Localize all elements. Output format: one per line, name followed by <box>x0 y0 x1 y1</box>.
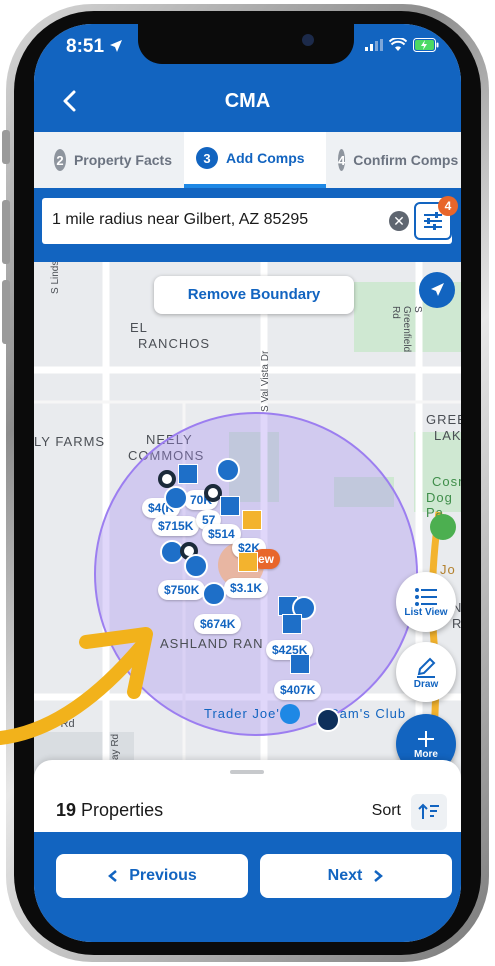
signal-icon <box>365 39 383 51</box>
next-label: Next <box>327 867 363 884</box>
status-time-text: 8:51 <box>66 36 105 57</box>
price-label[interactable]: $715K <box>152 516 200 536</box>
price-label[interactable]: $3.1K <box>224 578 269 598</box>
volume-down-button <box>2 280 10 344</box>
results-count-label: Properties <box>81 800 164 820</box>
silent-switch <box>2 130 10 164</box>
locate-me-button[interactable] <box>419 272 455 308</box>
draw-button[interactable]: Draw <box>396 642 456 702</box>
sort-icon <box>418 803 439 819</box>
map-label-el: EL <box>130 320 148 335</box>
battery-charging-icon <box>413 38 439 52</box>
notch <box>138 24 354 64</box>
comp-pin-circle[interactable] <box>316 708 340 732</box>
clear-search-button[interactable]: ✕ <box>389 211 409 231</box>
step-label: Property Facts <box>73 152 172 168</box>
list-view-label: List View <box>404 606 448 618</box>
wifi-icon <box>389 38 407 51</box>
list-view-button[interactable]: List View <box>396 572 456 632</box>
comp-pin-circle[interactable] <box>216 458 240 482</box>
park-tree-icon <box>430 514 456 540</box>
search-bar: 1 mile radius near Gilbert, AZ 85295 ✕ 4 <box>34 188 461 262</box>
previous-button[interactable]: Previous <box>56 854 248 898</box>
map-label-s-greenfield: S Greenfield Rd <box>390 306 423 353</box>
annotation-arrow-icon <box>0 627 153 745</box>
comp-pin-circle[interactable] <box>202 582 226 606</box>
navigation-arrow-icon <box>431 283 444 296</box>
next-button[interactable]: Next <box>260 854 452 898</box>
page-title: CMA <box>224 90 271 112</box>
step-number: 2 <box>54 149 66 171</box>
step-number: 3 <box>196 147 218 169</box>
map-label-ro: RO <box>452 616 461 631</box>
comp-pin-square[interactable] <box>178 464 198 484</box>
volume-up-button <box>2 200 10 264</box>
draw-label: Draw <box>413 678 439 690</box>
search-query: 1 mile radius near Gilbert, AZ 85295 <box>52 211 309 228</box>
shopping-place-icon <box>280 704 300 724</box>
location-arrow-icon <box>110 40 123 52</box>
tab-add-comps[interactable]: 3 Add Comps <box>184 132 326 188</box>
app-screen: 8:51 CMA 2 Property Facts 3 Add Comps 4 … <box>34 24 461 942</box>
pencil-icon <box>417 657 436 678</box>
chevron-right-icon <box>374 870 384 882</box>
more-label: More <box>414 748 438 760</box>
results-count-number: 19 <box>56 800 77 820</box>
map-label-greenfield-2: LAKE <box>434 428 461 443</box>
filter-button[interactable]: 4 <box>414 196 458 240</box>
sort-label: Sort <box>371 802 401 819</box>
tab-property-facts[interactable]: 2 Property Facts <box>34 132 184 188</box>
plus-icon <box>418 730 434 747</box>
app-header: CMA <box>34 76 461 132</box>
map-label-sams-club: Sam's Club <box>330 706 407 721</box>
map-label-cosmo: Cosm <box>432 474 461 489</box>
close-icon: ✕ <box>393 213 405 229</box>
previous-label: Previous <box>129 867 197 884</box>
comp-pin-highlight[interactable] <box>238 552 258 572</box>
step-tabs: 2 Property Facts 3 Add Comps 4 Confirm C… <box>34 132 461 188</box>
map-label-jo: Jo <box>440 562 456 577</box>
search-input[interactable]: 1 mile radius near Gilbert, AZ 85295 ✕ 4 <box>42 196 458 244</box>
map-label-ranchos: RANCHOS <box>138 336 211 351</box>
status-time: 8:51 <box>66 36 123 58</box>
sort-button[interactable] <box>411 794 447 830</box>
comp-pin-highlight[interactable] <box>242 510 262 530</box>
price-label[interactable]: $674K <box>194 614 242 634</box>
status-icons <box>365 38 439 52</box>
remove-boundary-button[interactable]: Remove Boundary <box>154 276 354 314</box>
comp-pin-circle[interactable] <box>184 554 208 578</box>
map-label-s-val-vista: S Val Vista Dr <box>260 350 271 412</box>
map-label-s-lindsay: S Lindsay R <box>50 262 61 294</box>
map-label-trader-joes: Trader Joe's <box>204 706 288 721</box>
map-label-greenfield-1: GREENF <box>426 412 461 427</box>
camera-icon <box>302 34 314 46</box>
results-count: 19 Properties <box>56 800 163 821</box>
price-label[interactable]: $750K <box>158 580 206 600</box>
sheet-grabber[interactable] <box>230 770 264 774</box>
map-label-farms: LY FARMS <box>34 434 106 449</box>
list-icon <box>415 587 437 606</box>
step-label: Confirm Comps <box>353 152 459 168</box>
step-label: Add Comps <box>226 150 305 166</box>
price-label[interactable]: $407K <box>274 680 322 700</box>
phone-device: 8:51 CMA 2 Property Facts 3 Add Comps 4 … <box>0 0 495 966</box>
comp-pin-square[interactable] <box>290 654 310 674</box>
tab-confirm-comps[interactable]: 4 Confirm Comps <box>326 132 461 188</box>
comp-pin-square[interactable] <box>282 614 302 634</box>
chevron-left-icon <box>108 870 118 882</box>
comp-pin-square[interactable] <box>220 496 240 516</box>
comp-pin-circle[interactable] <box>164 486 188 510</box>
footer-nav: Previous Next <box>34 832 461 942</box>
step-number: 4 <box>338 149 346 171</box>
filter-count-badge: 4 <box>438 196 458 216</box>
